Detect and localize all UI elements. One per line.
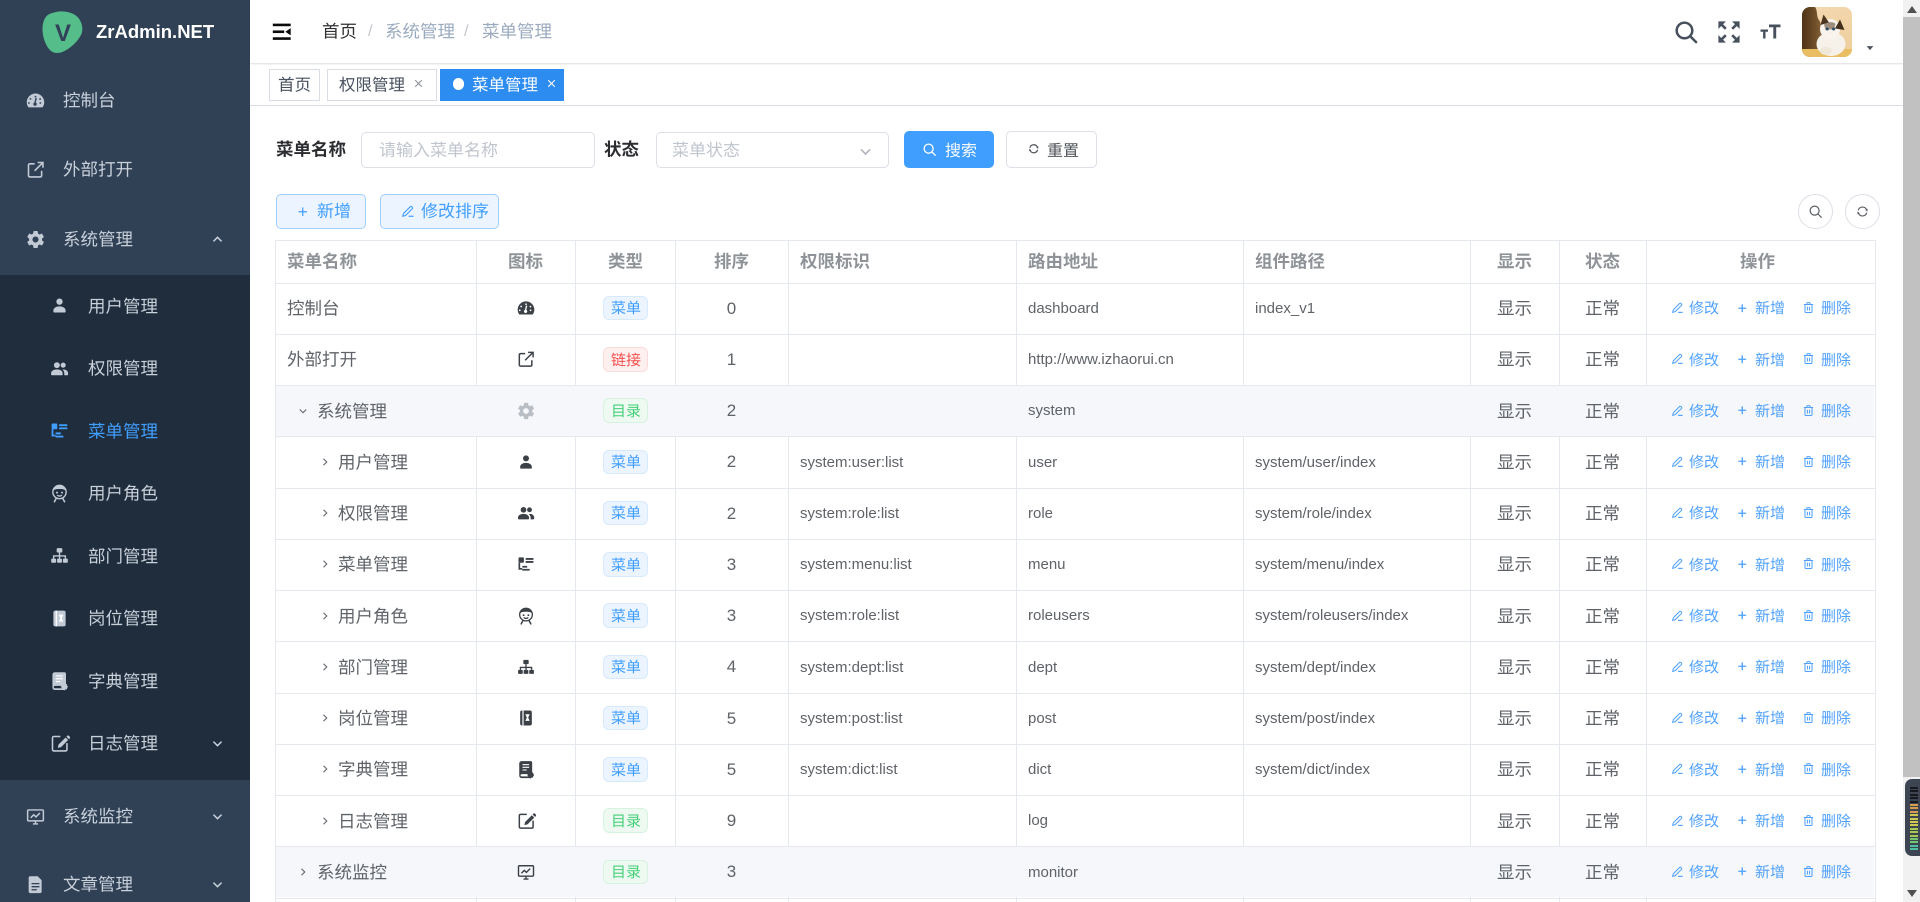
svg-text:V: V [55,20,71,47]
